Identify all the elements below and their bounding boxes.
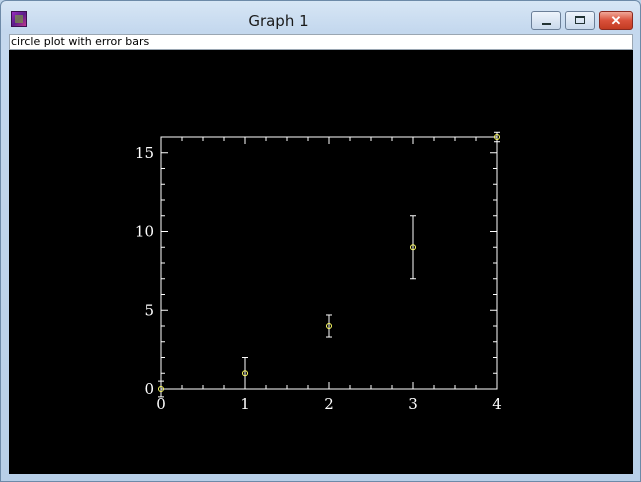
y-tick-label: 10	[135, 223, 154, 241]
x-tick-label: 3	[408, 395, 418, 413]
close-icon: ✕	[610, 13, 622, 28]
plot-frame	[160, 136, 498, 390]
y-tick-label: 0	[144, 380, 154, 398]
minimize-button[interactable]	[531, 11, 561, 30]
window-title: Graph 1	[248, 12, 309, 30]
y-tick-label: 15	[135, 144, 154, 162]
graph-window: Graph 1 ✕ circle plot with error bars 0 1…	[0, 0, 641, 482]
x-tick-label: 0	[156, 395, 166, 413]
x-tick-label: 4	[492, 395, 502, 413]
plot-caption-bar: circle plot with error bars	[9, 34, 633, 50]
plot-canvas: 0 1 2 3 4 0 5 10 15	[9, 50, 633, 474]
x-tick-label: 2	[324, 395, 334, 413]
plot-caption: circle plot with error bars	[11, 35, 150, 48]
y-tick-label: 5	[144, 301, 154, 319]
x-tick-label: 1	[240, 395, 250, 413]
title-bar[interactable]: Graph 1 ✕	[1, 1, 640, 33]
minimize-icon	[532, 12, 560, 29]
close-button[interactable]: ✕	[599, 11, 633, 30]
scatter-chart: 0 1 2 3 4 0 5 10 15	[135, 131, 502, 413]
maximize-button[interactable]	[565, 11, 595, 30]
maximize-icon	[566, 12, 594, 29]
